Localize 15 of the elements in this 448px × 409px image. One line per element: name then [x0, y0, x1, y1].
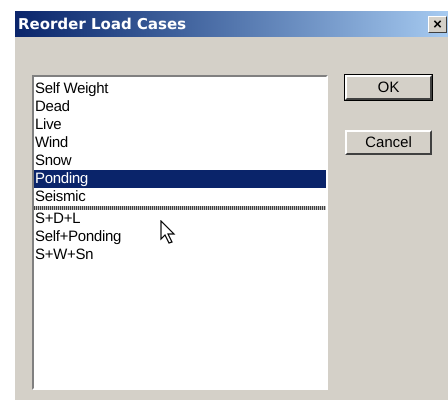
list-item[interactable]: Seismic [34, 188, 326, 206]
list-item[interactable]: Ponding [34, 170, 326, 188]
list-item[interactable]: S+D+L [34, 210, 326, 228]
list-item[interactable]: Dead [34, 98, 326, 116]
list-item[interactable]: Live [34, 116, 326, 134]
list-item[interactable]: S+W+Sn [34, 246, 326, 264]
window-title: Reorder Load Cases [18, 14, 186, 35]
list-item[interactable]: Wind [34, 134, 326, 152]
mouse-pointer-icon [160, 220, 176, 245]
list-item[interactable]: Snow [34, 152, 326, 170]
ok-button[interactable]: OK [345, 75, 432, 100]
close-button[interactable]: × [428, 16, 447, 32]
cancel-button[interactable]: Cancel [345, 130, 432, 155]
list-item[interactable]: Self Weight [34, 80, 326, 98]
list-item[interactable]: Self+Ponding [34, 228, 326, 246]
